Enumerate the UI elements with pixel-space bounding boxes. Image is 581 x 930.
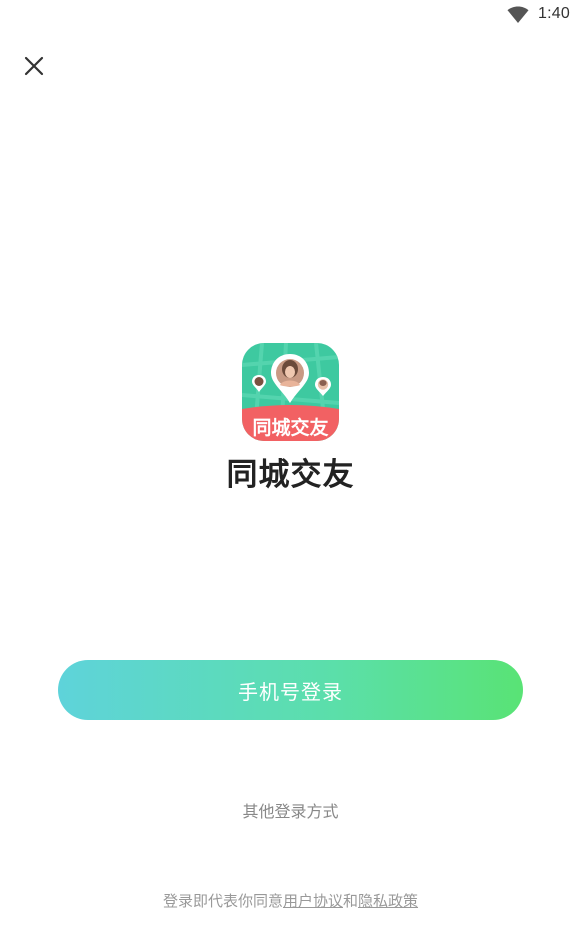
app-logo-graphic: 同城交友 [242, 343, 339, 441]
user-agreement-link[interactable]: 用户协议 [283, 892, 343, 910]
close-button[interactable] [18, 50, 50, 82]
other-login-methods-link[interactable]: 其他登录方式 [0, 798, 581, 822]
phone-login-button[interactable]: 手机号登录 [58, 660, 523, 720]
status-time: 1:40 [538, 5, 570, 22]
agreement-conjunction: 和 [343, 892, 359, 910]
logo-banner-text: 同城交友 [252, 416, 328, 439]
app-logo: 同城交友 [242, 343, 339, 441]
app-name: 同城交友 [226, 457, 355, 493]
login-screen: 1:40 同城交友 同城交友 手机号登录 其他登录方式 登录即代表你同意用户协议… [0, 0, 581, 930]
privacy-policy-link[interactable]: 隐私政策 [358, 892, 418, 910]
status-bar: 1:40 [0, 0, 581, 32]
agreement-text: 登录即代表你同意用户协议和隐私政策 [0, 890, 581, 911]
close-icon [24, 56, 44, 76]
wifi-icon [507, 6, 529, 23]
agreement-prefix: 登录即代表你同意 [162, 892, 283, 910]
